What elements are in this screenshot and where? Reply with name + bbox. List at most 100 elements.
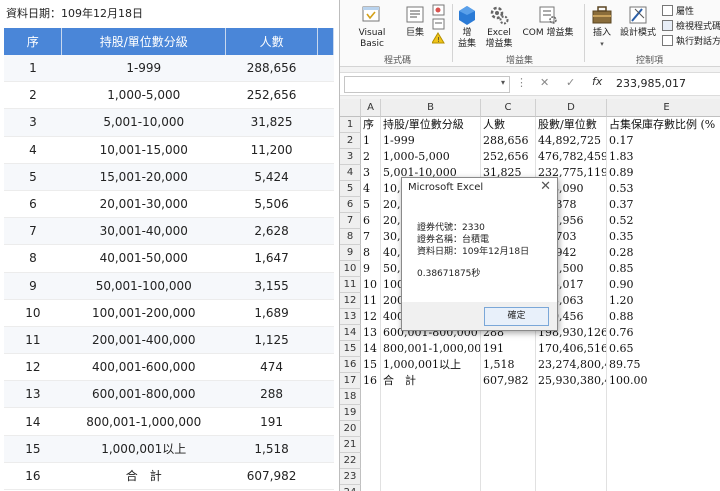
cancel-icon[interactable]: ✕ [540, 76, 549, 89]
macro-button[interactable]: 巨集 [402, 4, 428, 39]
sheet-cell[interactable]: 1 [361, 133, 381, 150]
sheet-cell[interactable]: 3 [361, 165, 381, 182]
sheet-cell[interactable]: 1,518 [481, 357, 536, 374]
row-header[interactable]: 10 [340, 261, 361, 277]
sheet-cell[interactable] [607, 389, 720, 406]
row-header[interactable]: 8 [340, 229, 361, 245]
sheet-cell[interactable]: 0.17 [607, 133, 720, 150]
row-header[interactable]: 24 [340, 485, 361, 491]
sheet-cell[interactable]: 7 [361, 229, 381, 246]
sheet-cell[interactable]: 1-999 [381, 133, 481, 150]
column-header[interactable]: E [607, 99, 720, 117]
sheet-cell[interactable]: 9 [361, 261, 381, 278]
sheet-cell[interactable]: 11 [361, 293, 381, 310]
sheet-cell[interactable]: 23,274,800,408 [536, 357, 607, 374]
sheet-cell[interactable]: 0.89 [607, 165, 720, 182]
column-header[interactable]: A [361, 99, 381, 117]
sheet-cell[interactable] [536, 485, 607, 491]
sheet-cell[interactable] [536, 405, 607, 422]
sheet-cell[interactable]: 170,406,516 [536, 341, 607, 358]
row-header[interactable]: 17 [340, 373, 361, 389]
sheet-cell[interactable] [481, 453, 536, 470]
row-header[interactable]: 11 [340, 277, 361, 293]
sheet-cell[interactable] [481, 421, 536, 438]
sheet-cell[interactable]: 1.83 [607, 149, 720, 166]
row-header[interactable]: 2 [340, 133, 361, 149]
sheet-cell[interactable]: 人數 [481, 117, 536, 134]
sheet-cell[interactable]: 15 [361, 357, 381, 374]
row-header[interactable]: 16 [340, 357, 361, 373]
sheet-cell[interactable]: 0.76 [607, 325, 720, 342]
sheet-cell[interactable] [607, 453, 720, 470]
sheet-cell[interactable] [481, 389, 536, 406]
sheet-cell[interactable] [607, 469, 720, 486]
sheet-cell[interactable]: 252,656 [481, 149, 536, 166]
row-header[interactable]: 4 [340, 165, 361, 181]
sheet-cell[interactable]: 股數/單位數 [536, 117, 607, 134]
sheet-cell[interactable]: 0.65 [607, 341, 720, 358]
enter-icon[interactable]: ✓ [566, 76, 575, 89]
column-header[interactable]: D [536, 99, 607, 117]
row-header[interactable]: 19 [340, 405, 361, 421]
sheet-cell[interactable] [361, 405, 381, 422]
sheet-cell[interactable]: 0.52 [607, 213, 720, 230]
row-header[interactable]: 9 [340, 245, 361, 261]
sheet-cell[interactable] [607, 405, 720, 422]
row-header[interactable]: 21 [340, 437, 361, 453]
sheet-cell[interactable]: 0.37 [607, 197, 720, 214]
sheet-cell[interactable]: 5 [361, 197, 381, 214]
sheet-cell[interactable] [381, 405, 481, 422]
sheet-cell[interactable]: 合 計 [381, 373, 481, 390]
sheet-cell[interactable] [536, 389, 607, 406]
column-header[interactable]: B [381, 99, 481, 117]
insert-control-button[interactable]: 插入 ▾ [590, 4, 614, 50]
sheet-cell[interactable]: 191 [481, 341, 536, 358]
sheet-cell[interactable]: 8 [361, 245, 381, 262]
sheet-cell[interactable]: 1,000,001以上 [381, 357, 481, 374]
row-header[interactable]: 5 [340, 181, 361, 197]
sheet-cell[interactable] [381, 469, 481, 486]
sheet-cell[interactable]: 0.35 [607, 229, 720, 246]
design-mode-button[interactable]: 設計模式 [618, 4, 658, 39]
sheet-cell[interactable] [607, 437, 720, 454]
row-header[interactable]: 18 [340, 389, 361, 405]
sheet-cell[interactable] [381, 453, 481, 470]
row-header[interactable]: 14 [340, 325, 361, 341]
macro-tools-icons[interactable]: ! [432, 4, 446, 46]
sheet-cell[interactable]: 16 [361, 373, 381, 390]
column-header[interactable]: C [481, 99, 536, 117]
sheet-cell[interactable]: 607,982 [481, 373, 536, 390]
row-header[interactable]: 15 [340, 341, 361, 357]
sheet-cell[interactable]: 0.85 [607, 261, 720, 278]
sheet-cell[interactable]: 476,782,459 [536, 149, 607, 166]
row-header[interactable]: 7 [340, 213, 361, 229]
sheet-cell[interactable]: 13 [361, 325, 381, 342]
sheet-cell[interactable]: 14 [361, 341, 381, 358]
visual-basic-button[interactable]: Visual Basic [346, 4, 398, 50]
row-header[interactable]: 13 [340, 309, 361, 325]
row-header[interactable]: 6 [340, 197, 361, 213]
sheet-cell[interactable]: 800,001-1,000,000 [381, 341, 481, 358]
sheet-cell[interactable]: 12 [361, 309, 381, 326]
sheet-cell[interactable] [481, 485, 536, 491]
sheet-cell[interactable]: 0.28 [607, 245, 720, 262]
sheet-cell[interactable]: 4 [361, 181, 381, 198]
sheet-cell[interactable]: 1,000-5,000 [381, 149, 481, 166]
more-options-icon[interactable]: ⋮ [516, 76, 527, 89]
sheet-cell[interactable] [481, 405, 536, 422]
sheet-cell[interactable] [536, 421, 607, 438]
sheet-cell[interactable] [381, 421, 481, 438]
row-header[interactable]: 23 [340, 469, 361, 485]
sheet-cell[interactable]: 100.00 [607, 373, 720, 390]
insert-function-icon[interactable]: fx [592, 75, 602, 88]
sheet-cell[interactable] [381, 389, 481, 406]
sheet-cell[interactable]: 0.53 [607, 181, 720, 198]
close-icon[interactable]: ✕ [540, 179, 551, 194]
sheet-cell[interactable]: 89.75 [607, 357, 720, 374]
sheet-cell[interactable] [481, 469, 536, 486]
sheet-cell[interactable] [361, 485, 381, 491]
properties-button[interactable]: 屬性 [662, 4, 694, 17]
ok-button[interactable]: 確定 [484, 307, 549, 326]
sheet-cell[interactable]: 0.90 [607, 277, 720, 294]
sheet-cell[interactable] [481, 437, 536, 454]
